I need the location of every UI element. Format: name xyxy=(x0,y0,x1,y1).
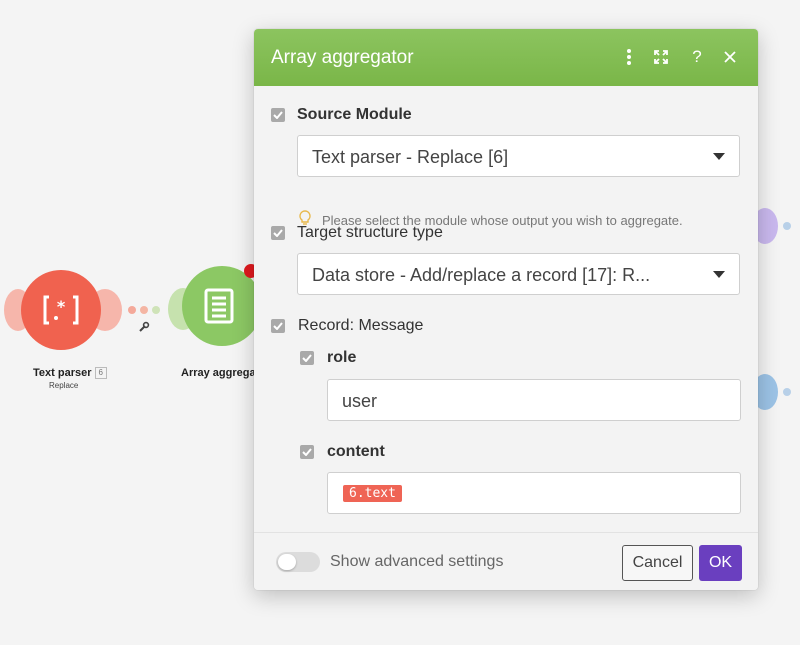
svg-text:*: * xyxy=(57,297,66,316)
cancel-button[interactable]: Cancel xyxy=(622,545,693,581)
target-structure-select[interactable]: Data store - Add/replace a record [17]: … xyxy=(297,253,740,295)
help-icon[interactable]: ? xyxy=(685,45,709,69)
source-module-label: Source Module xyxy=(297,106,412,123)
source-module-select[interactable]: Text parser - Replace [6] xyxy=(297,135,740,177)
array-aggregator-dialog: Array aggregator ? Source Module Text pa… xyxy=(254,29,758,590)
text-parser-module[interactable]: * xyxy=(21,270,101,350)
link-dot xyxy=(783,388,791,396)
role-value: user xyxy=(342,391,378,411)
role-checkbox[interactable] xyxy=(300,351,314,365)
source-module-checkbox[interactable] xyxy=(271,108,285,122)
dialog-body: Source Module Text parser - Replace [6] … xyxy=(254,86,758,532)
aggregator-icon xyxy=(204,288,234,324)
ok-button[interactable]: OK xyxy=(699,545,742,581)
record-checkbox[interactable] xyxy=(271,319,285,333)
link-dot xyxy=(128,306,136,314)
role-input[interactable]: user xyxy=(327,379,741,421)
expand-icon[interactable] xyxy=(649,45,673,69)
advanced-settings-toggle[interactable] xyxy=(276,552,320,572)
text-parser-icon: * xyxy=(43,295,79,325)
source-module-value: Text parser - Replace [6] xyxy=(312,147,509,167)
dialog-footer: Show advanced settings Cancel OK xyxy=(254,532,758,590)
content-label: content xyxy=(327,443,385,460)
caret-down-icon xyxy=(713,153,725,160)
content-checkbox[interactable] xyxy=(300,445,314,459)
link-dot xyxy=(783,222,791,230)
more-options-icon[interactable] xyxy=(617,45,641,69)
array-aggregator-label: Array aggrega xyxy=(181,367,256,379)
toggle-knob xyxy=(278,554,296,570)
link-dot xyxy=(152,306,160,314)
target-structure-checkbox[interactable] xyxy=(271,226,285,240)
dialog-header: Array aggregator ? xyxy=(254,29,758,86)
role-label: role xyxy=(327,349,357,366)
text-parser-sublabel: Replace xyxy=(49,381,79,390)
caret-down-icon xyxy=(713,271,725,278)
wrench-icon[interactable] xyxy=(138,321,150,333)
advanced-settings-label: Show advanced settings xyxy=(330,553,504,570)
link-dot xyxy=(140,306,148,314)
close-icon[interactable] xyxy=(718,45,742,69)
array-aggregator-module[interactable] xyxy=(182,266,262,346)
target-structure-label: Target structure type xyxy=(297,224,443,241)
record-label: Record: Message xyxy=(298,317,424,334)
module-id-badge: 6 xyxy=(94,367,107,379)
dialog-title: Array aggregator xyxy=(271,47,414,68)
content-input[interactable]: 6.text xyxy=(327,472,741,514)
mapped-value-pill[interactable]: 6.text xyxy=(343,485,402,502)
text-parser-label: Text parser 6 xyxy=(33,367,107,379)
target-structure-value: Data store - Add/replace a record [17]: … xyxy=(312,265,651,285)
